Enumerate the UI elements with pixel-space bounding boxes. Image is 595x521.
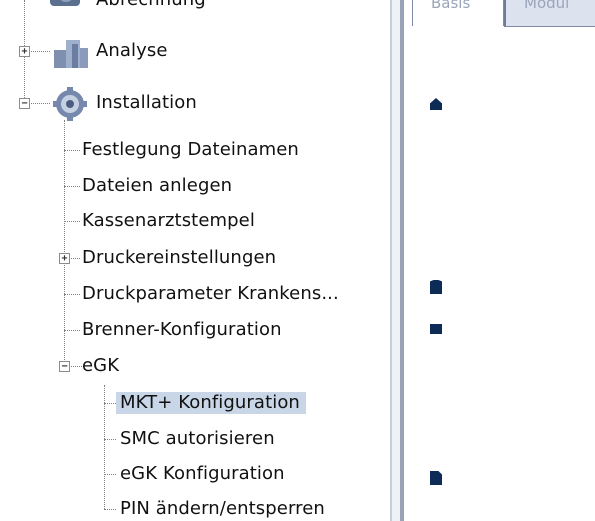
tree-item-smc-autorisieren[interactable]: SMC autorisieren <box>120 428 275 450</box>
pane-splitter[interactable] <box>390 0 404 521</box>
gear-icon <box>50 86 90 126</box>
tree-item-druckereinstellungen[interactable]: Druckereinstellungen <box>82 247 276 269</box>
card-icon <box>430 324 442 334</box>
tree-item-analyse[interactable]: Analyse <box>96 40 168 62</box>
tree-item-abrechnung[interactable]: Abrechnung <box>96 0 206 11</box>
tree-item-dateien-anlegen[interactable]: Dateien anlegen <box>82 175 232 197</box>
tab-basis[interactable]: Basis <box>412 0 504 26</box>
tree-connector <box>104 439 116 440</box>
collapse-toggle[interactable]: − <box>19 98 30 109</box>
tree-item-kassenarztstempel[interactable]: Kassenarztstempel <box>82 210 255 232</box>
tab-modul[interactable]: Modul <box>504 0 595 27</box>
tree-item-pin-aendern[interactable]: PIN ändern/entsperren <box>120 498 325 520</box>
tab-bar: Basis Modul <box>404 0 595 28</box>
tree-connector <box>104 403 116 404</box>
tree-item-brenner-konfiguration[interactable]: Brenner-Konfiguration <box>82 319 282 341</box>
expand-toggle[interactable]: + <box>19 46 30 57</box>
tree-item-druckparameter[interactable]: Druckparameter Krankens... <box>82 283 339 305</box>
shirt-icon <box>430 280 442 294</box>
tree-connector <box>64 294 80 295</box>
tree-connector <box>64 221 80 222</box>
tree-item-mkt-konfiguration[interactable]: MKT+ Konfiguration <box>116 392 306 414</box>
tree-item-festlegung-dateinamen[interactable]: Festlegung Dateinamen <box>82 139 299 161</box>
tree-connector <box>64 150 80 151</box>
house-icon <box>430 98 442 110</box>
folder-gear-icon <box>46 0 86 16</box>
document-icon <box>430 471 442 485</box>
tree-connector <box>104 509 116 510</box>
tree-item-installation[interactable]: Installation <box>96 92 197 114</box>
tree-connector <box>64 330 80 331</box>
tree-item-egk-konfiguration[interactable]: eGK Konfiguration <box>120 463 285 485</box>
navigation-tree: Abrechnung + Analyse − Installation Fest… <box>0 0 390 521</box>
expand-toggle[interactable]: + <box>59 253 70 264</box>
tree-connector <box>64 186 80 187</box>
analyse-icon <box>52 34 92 74</box>
tree-connector <box>104 474 116 475</box>
collapse-toggle[interactable]: − <box>59 361 70 372</box>
content-pane <box>404 0 595 521</box>
tree-item-egk[interactable]: eGK <box>82 355 119 377</box>
